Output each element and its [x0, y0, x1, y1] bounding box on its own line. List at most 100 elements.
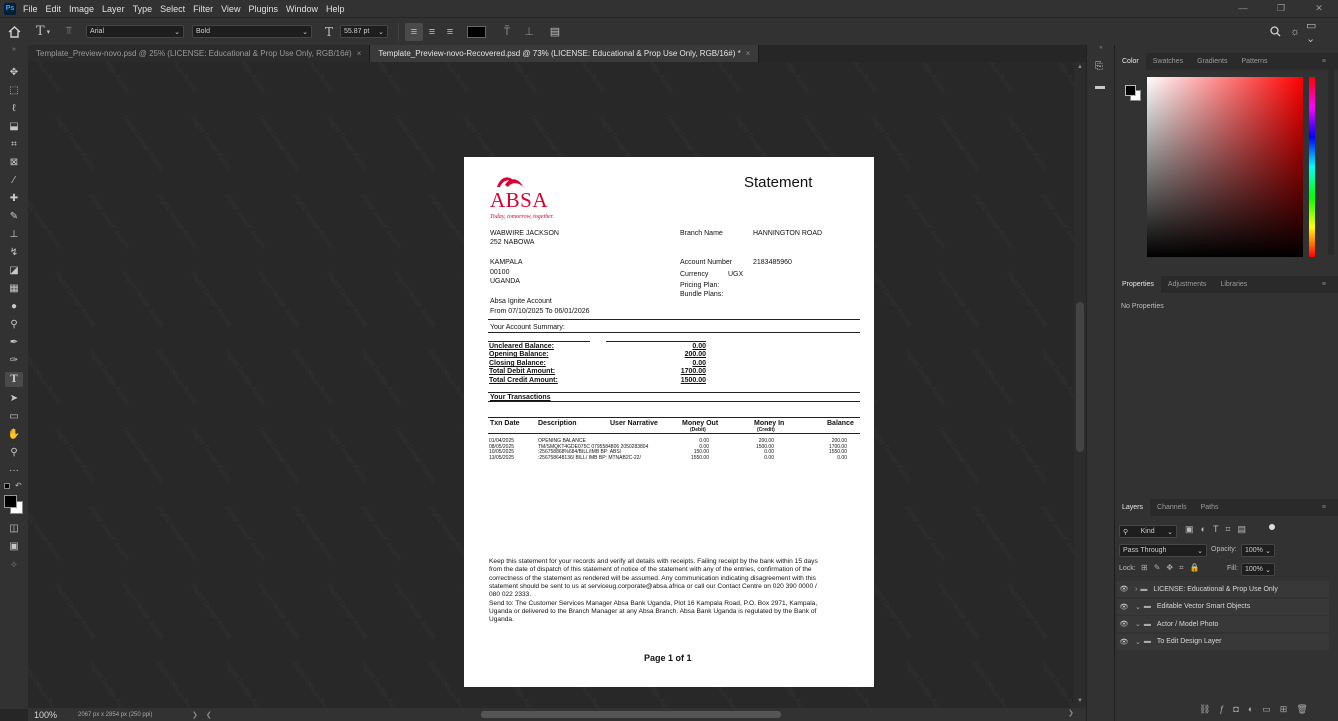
zoom-tool-icon[interactable]: ⚲ — [5, 445, 23, 460]
3d-text-icon[interactable]: ⊥ — [518, 25, 540, 38]
menu-edit[interactable]: Edit — [46, 4, 62, 14]
tab-color[interactable]: Color — [1115, 53, 1146, 70]
menu-view[interactable]: View — [221, 4, 240, 14]
type-tool-icon[interactable]: T — [5, 372, 23, 387]
font-style-select[interactable]: Bold ⌄ — [192, 25, 312, 38]
tab-channels[interactable]: Channels — [1150, 499, 1194, 516]
eyedropper-tool-icon[interactable]: ⁄ — [5, 173, 23, 188]
scrollbar-thumb[interactable] — [1076, 302, 1084, 452]
scroll-left-icon[interactable]: ❮ — [206, 711, 212, 719]
zoom-level[interactable]: 100% — [34, 710, 64, 720]
tab-adjustments[interactable]: Adjustments — [1161, 276, 1214, 293]
panel-menu-icon[interactable]: ≡ — [1315, 499, 1333, 516]
move-tool-icon[interactable]: ✥ — [5, 65, 23, 80]
document-info[interactable]: 2067 px x 2854 px (250 ppi) — [78, 712, 184, 718]
opacity-field[interactable]: 100% ⌄ — [1241, 544, 1275, 557]
rectangle-tool-icon[interactable]: ▭ — [5, 409, 23, 424]
hue-slider[interactable] — [1309, 77, 1315, 257]
tab-properties[interactable]: Properties — [1115, 276, 1161, 293]
history-panel-icon[interactable]: ⎘ — [1095, 61, 1103, 72]
default-colors-icon[interactable] — [4, 483, 10, 489]
clone-stamp-tool-icon[interactable]: ⊥ — [5, 227, 23, 242]
pen-tool-icon[interactable]: ✒ — [5, 335, 23, 350]
status-expand-icon[interactable]: ❯ — [192, 711, 198, 719]
menu-type[interactable]: Type — [133, 4, 153, 14]
lasso-tool-icon[interactable]: ℓ — [5, 101, 23, 116]
tab-layers[interactable]: Layers — [1115, 499, 1151, 516]
tab-gradients[interactable]: Gradients — [1190, 53, 1234, 70]
menu-filter[interactable]: Filter — [193, 4, 213, 14]
text-color-swatch[interactable] — [467, 25, 486, 38]
layer-filter-icons[interactable]: ▣◐T⌗▤ — [1185, 524, 1253, 535]
menu-plugins[interactable]: Plugins — [248, 4, 278, 14]
comments-panel-icon[interactable]: ▬ — [1095, 81, 1105, 92]
layer-row[interactable]: 👁 › ▬ LICENSE: Educational & Prop Use Only — [1117, 581, 1329, 597]
close-icon[interactable]: × — [357, 49, 362, 58]
align-left-icon[interactable]: ≡ — [405, 22, 423, 41]
hand-tool-icon[interactable]: ✋ — [5, 427, 23, 442]
history-brush-tool-icon[interactable]: ↯ — [5, 245, 23, 260]
type-tool-preset-icon[interactable]: T ▾ — [28, 24, 58, 39]
tab-patterns[interactable]: Patterns — [1234, 53, 1274, 70]
blend-mode-select[interactable]: Pass Through ⌄ — [1119, 544, 1207, 557]
blur-tool-icon[interactable]: ● — [5, 299, 23, 314]
lock-icons[interactable]: ⊞✎✥⌗🔒 — [1141, 563, 1206, 573]
color-panel-scrollbar[interactable] — [1328, 55, 1334, 255]
healing-brush-tool-icon[interactable]: ✚ — [5, 191, 23, 206]
layer-actions[interactable]: ⛓ƒ◘◐▭⊞🗑 — [1199, 704, 1317, 715]
tab-libraries[interactable]: Libraries — [1213, 276, 1254, 293]
scroll-up-icon[interactable]: ▲ — [1077, 64, 1083, 70]
search-icon[interactable] — [1268, 26, 1282, 37]
font-size-field[interactable]: 55.87 pt ⌄ — [340, 25, 388, 38]
warp-text-icon[interactable]: T̃ — [496, 26, 518, 38]
frame-tool-icon[interactable]: ⊠ — [5, 155, 23, 170]
scroll-down-icon[interactable]: ▼ — [1077, 698, 1083, 704]
tab-paths[interactable]: Paths — [1194, 499, 1226, 516]
foreground-color-swatch[interactable] — [1125, 85, 1136, 96]
expand-group-icon[interactable]: ⌄ — [1135, 638, 1141, 646]
menu-file[interactable]: File — [23, 4, 38, 14]
eraser-tool-icon[interactable]: ◪ — [5, 263, 23, 278]
expand-group-icon[interactable]: ⌄ — [1135, 603, 1141, 611]
tab-document-2[interactable]: Template_Preview-novo-Recovered.psd @ 73… — [370, 45, 760, 62]
expand-group-icon[interactable]: ⌄ — [1135, 620, 1141, 628]
lightbulb-icon[interactable]: ☼ — [1288, 26, 1302, 38]
close-window-button[interactable]: ✕ — [1300, 0, 1338, 17]
collapse-panels-icon[interactable]: « — [1087, 45, 1115, 53]
path-selection-tool-icon[interactable]: ➤ — [5, 391, 23, 406]
align-right-icon[interactable]: ≡ — [441, 26, 459, 38]
more-tools-icon[interactable]: ··· — [5, 463, 23, 478]
swap-colors-icon[interactable]: ↶ — [15, 481, 22, 490]
eye-icon[interactable]: 👁 — [1117, 620, 1131, 628]
character-panel-icon[interactable]: ▤ — [544, 25, 566, 38]
layer-row[interactable]: 👁 ⌄ ▬ To Edit Design Layer — [1117, 633, 1329, 650]
tab-document-1[interactable]: Template_Preview-novo.psd @ 25% (LICENSE… — [28, 45, 371, 62]
vertical-scrollbar[interactable]: ▲ ▼ — [1074, 62, 1086, 708]
layer-filter-select[interactable]: ⚲ Kind ⌄ — [1119, 525, 1177, 538]
quick-mask-icon[interactable]: ◫ — [5, 521, 23, 536]
eye-icon[interactable]: 👁 — [1117, 603, 1131, 611]
workspace-icon[interactable]: ▭ ⌄ — [1306, 19, 1328, 45]
crop-tool-icon[interactable]: ⌗ — [5, 137, 23, 152]
menu-image[interactable]: Image — [69, 4, 94, 14]
gradient-tool-icon[interactable]: ▦ — [5, 281, 23, 296]
layer-row[interactable]: 👁 ⌄ ▬ Editable Vector Smart Objects — [1117, 598, 1329, 615]
menu-window[interactable]: Window — [286, 4, 318, 14]
home-icon[interactable] — [0, 25, 28, 38]
object-selection-tool-icon[interactable]: ⬓ — [5, 119, 23, 134]
align-center-icon[interactable]: ≡ — [423, 26, 441, 38]
filter-toggle-icon[interactable] — [1269, 524, 1275, 530]
minimize-button[interactable]: — — [1224, 0, 1262, 17]
horizontal-scrollbar-thumb[interactable] — [481, 711, 781, 718]
marquee-tool-icon[interactable]: ⬚ — [5, 83, 23, 98]
eye-icon[interactable]: 👁 — [1117, 638, 1131, 646]
close-icon[interactable]: × — [746, 49, 751, 58]
brush-tool-icon[interactable]: ✎ — [5, 209, 23, 224]
eye-icon[interactable]: 👁 — [1117, 585, 1131, 593]
foreground-color-swatch[interactable] — [4, 495, 17, 508]
pen-tool-2-icon[interactable]: ✑ — [5, 353, 23, 368]
screen-mode-icon[interactable]: ▣ — [5, 539, 23, 554]
font-family-select[interactable]: Arial ⌄ — [86, 25, 184, 38]
expand-group-icon[interactable]: › — [1135, 586, 1137, 593]
restore-button[interactable]: ❐ — [1262, 0, 1300, 17]
